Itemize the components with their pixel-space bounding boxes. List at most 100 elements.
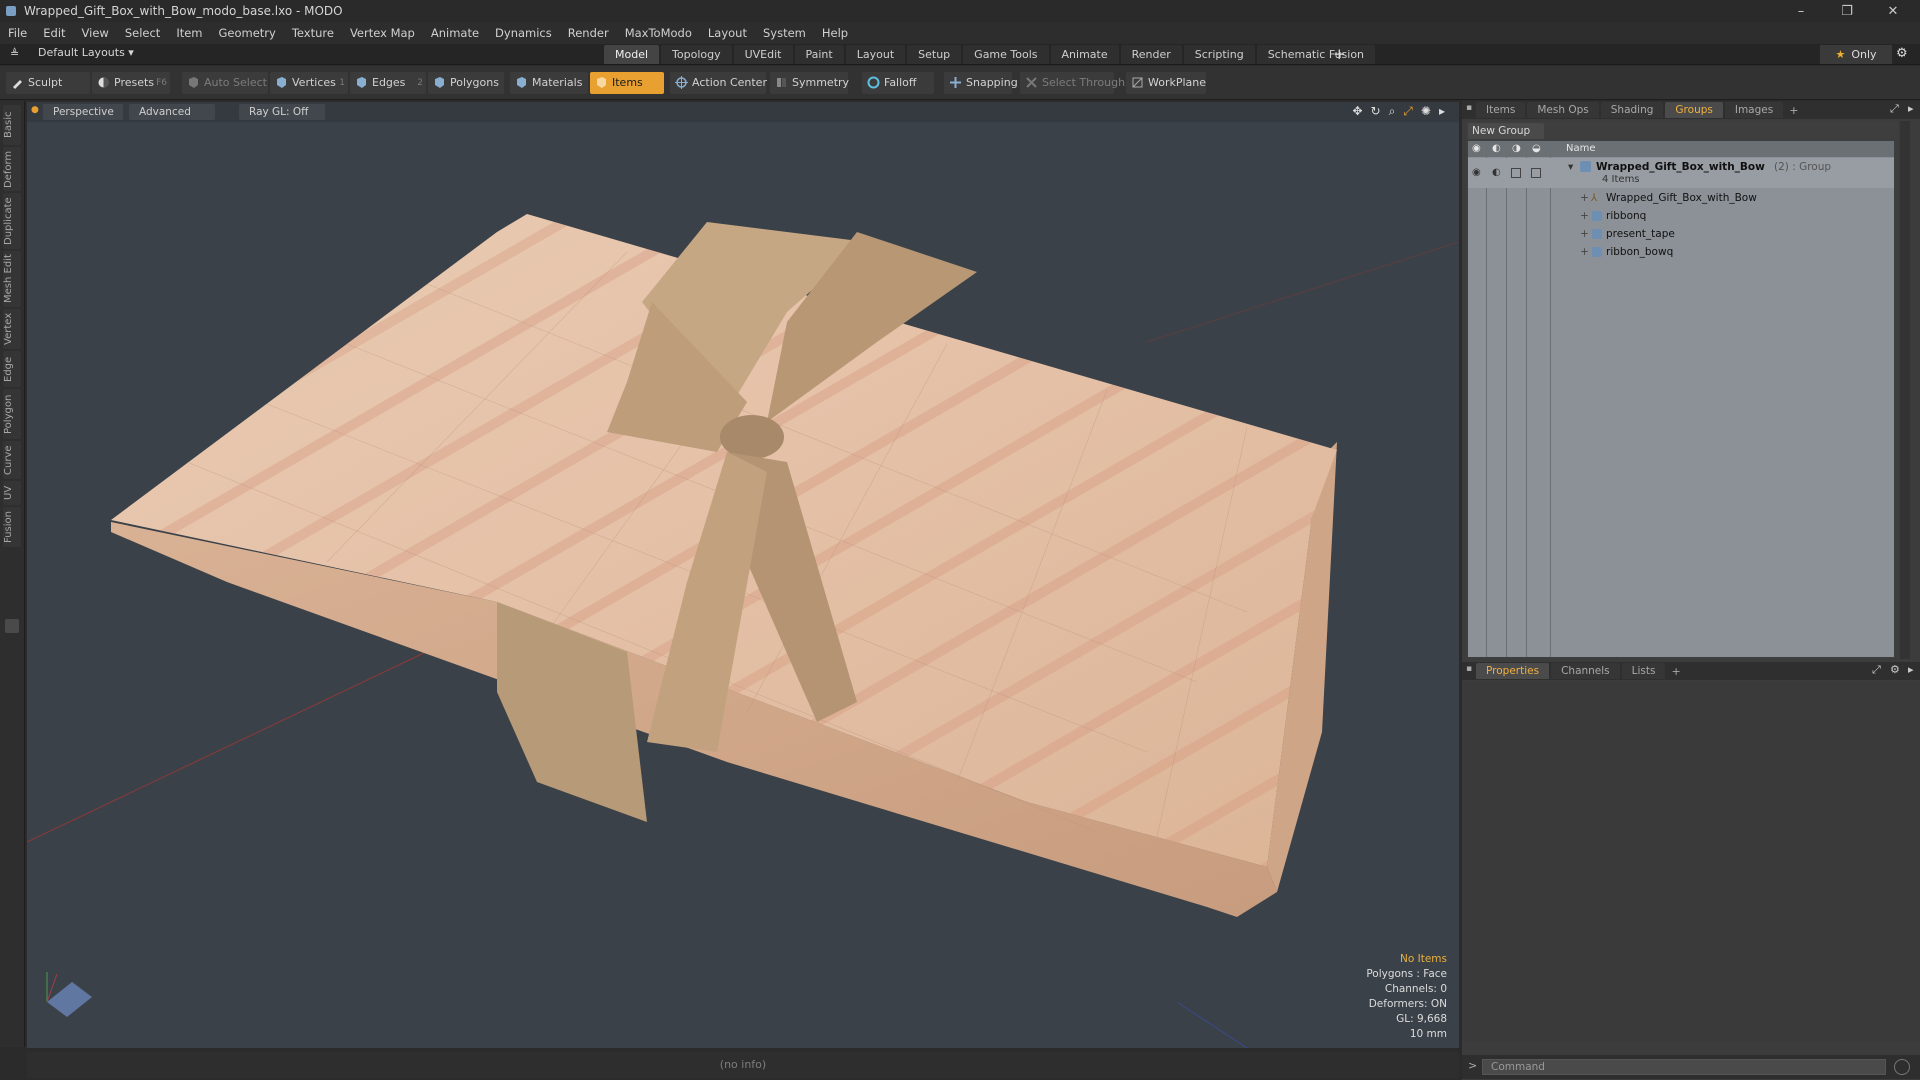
expand-plus-icon[interactable]: + bbox=[1580, 243, 1589, 261]
tab-groups[interactable]: Groups bbox=[1665, 102, 1723, 118]
only-toggle[interactable]: ★ Only bbox=[1820, 45, 1892, 64]
group-child-row[interactable]: + present_tape bbox=[1468, 225, 1894, 243]
tab-uvedit[interactable]: UVEdit bbox=[733, 45, 793, 64]
auto-select-button[interactable]: Auto Select bbox=[182, 72, 268, 94]
rotate-icon[interactable]: ↻ bbox=[1371, 104, 1381, 119]
menu-maxtomodo[interactable]: MaxToModo bbox=[617, 26, 700, 40]
menu-help[interactable]: Help bbox=[814, 26, 856, 40]
render-toggle-icon[interactable]: ◐ bbox=[1492, 164, 1501, 182]
menu-dynamics[interactable]: Dynamics bbox=[487, 26, 560, 40]
vtab-uv[interactable]: UV bbox=[3, 481, 21, 505]
sculpt-button[interactable]: Sculpt bbox=[6, 72, 90, 94]
groups-scrollbar[interactable] bbox=[1900, 121, 1910, 659]
group-child-row[interactable]: + ⅄ Wrapped_Gift_Box_with_Bow bbox=[1468, 189, 1894, 207]
restore-button[interactable]: ❐ bbox=[1824, 0, 1870, 22]
symmetry-button[interactable]: Symmetry bbox=[770, 72, 849, 94]
menu-view[interactable]: View bbox=[74, 26, 117, 40]
tab-mesh-ops[interactable]: Mesh Ops bbox=[1527, 102, 1599, 118]
add-props-tab-icon[interactable]: + bbox=[1667, 665, 1684, 678]
perspective-dropdown[interactable]: Perspective bbox=[43, 104, 123, 120]
menu-select[interactable]: Select bbox=[117, 26, 168, 40]
menu-texture[interactable]: Texture bbox=[284, 26, 342, 40]
tab-scripting[interactable]: Scripting bbox=[1183, 45, 1255, 64]
toggle-panel-icon[interactable] bbox=[5, 619, 19, 633]
menu-vertex-map[interactable]: Vertex Map bbox=[342, 26, 423, 40]
shading-dropdown[interactable]: Advanced bbox=[129, 104, 215, 120]
gear-icon[interactable]: ⚙ bbox=[1896, 46, 1908, 61]
group-row[interactable]: ◉ ◐ ▾ Wrapped_Gift_Box_with_Bow (2) : Gr… bbox=[1468, 158, 1894, 188]
lock-checkbox[interactable] bbox=[1511, 168, 1521, 178]
tab-shading[interactable]: Shading bbox=[1600, 102, 1664, 118]
tab-topology[interactable]: Topology bbox=[661, 45, 732, 64]
viewport-settings-icon[interactable]: ✺ bbox=[1421, 104, 1431, 119]
vtab-fusion[interactable]: Fusion bbox=[3, 507, 21, 547]
tab-properties[interactable]: Properties bbox=[1476, 663, 1550, 679]
menu-system[interactable]: System bbox=[755, 26, 814, 40]
polygons-button[interactable]: Polygons bbox=[428, 72, 504, 94]
command-input[interactable]: Command bbox=[1482, 1059, 1886, 1075]
add-tab-icon[interactable]: + bbox=[1333, 45, 1346, 63]
raygl-dropdown[interactable]: Ray GL: Off bbox=[239, 104, 325, 120]
panel-arrow-icon[interactable]: ▸ bbox=[1908, 102, 1914, 115]
minimize-button[interactable]: – bbox=[1778, 0, 1824, 22]
props-expand-icon[interactable]: ⤢ bbox=[1872, 663, 1881, 677]
expand-arrow-icon[interactable]: ▸ bbox=[1439, 104, 1445, 119]
tab-channels[interactable]: Channels bbox=[1551, 663, 1620, 679]
collapse-arrow-icon[interactable]: ▾ bbox=[1568, 158, 1573, 176]
menu-animate[interactable]: Animate bbox=[423, 26, 487, 40]
tab-items[interactable]: Items bbox=[1476, 102, 1526, 118]
falloff-button[interactable]: Falloff bbox=[862, 72, 934, 94]
menu-layout[interactable]: Layout bbox=[700, 26, 755, 40]
vtab-duplicate[interactable]: Duplicate bbox=[3, 193, 21, 249]
expand-plus-icon[interactable]: + bbox=[1580, 207, 1589, 225]
command-history-icon[interactable] bbox=[1894, 1059, 1910, 1075]
vtab-polygon[interactable]: Polygon bbox=[3, 389, 21, 439]
render-col-icon[interactable]: ◐ bbox=[1492, 141, 1501, 157]
layout-dropdown[interactable]: Default Layouts ▾ bbox=[38, 46, 134, 59]
edges-button[interactable]: Edges 2 bbox=[350, 72, 426, 94]
gift-box-render[interactable] bbox=[27, 122, 1459, 1048]
tab-render[interactable]: Render bbox=[1120, 45, 1182, 64]
zoom-icon[interactable]: ⌕ bbox=[1389, 104, 1396, 119]
new-group-button[interactable]: New Group bbox=[1468, 123, 1544, 139]
tab-layout[interactable]: Layout bbox=[845, 45, 906, 64]
vtab-edge[interactable]: Edge bbox=[3, 351, 21, 387]
close-button[interactable]: ✕ bbox=[1870, 0, 1916, 22]
menu-render[interactable]: Render bbox=[560, 26, 617, 40]
group-child-row[interactable]: + ribbon_bowq bbox=[1468, 243, 1894, 261]
tab-setup[interactable]: Setup bbox=[907, 45, 962, 64]
pan-icon[interactable]: ✥ bbox=[1352, 104, 1362, 119]
vertices-button[interactable]: Vertices 1 bbox=[270, 72, 348, 94]
add-panel-tab-icon[interactable]: + bbox=[1785, 104, 1802, 117]
group-child-row[interactable]: + ribbonq bbox=[1468, 207, 1894, 225]
vtab-deform[interactable]: Deform bbox=[3, 147, 21, 191]
select-checkbox[interactable] bbox=[1531, 168, 1541, 178]
lock-col-icon[interactable]: ◑ bbox=[1512, 141, 1521, 157]
eye-icon[interactable]: ◉ bbox=[1472, 164, 1481, 182]
props-gear-icon[interactable]: ⚙ bbox=[1890, 663, 1900, 676]
workplane-button[interactable]: WorkPlane bbox=[1126, 72, 1206, 94]
panel-menu-icon[interactable]: ▪ bbox=[1466, 103, 1472, 113]
tab-model[interactable]: Model bbox=[604, 45, 660, 64]
vtab-curve[interactable]: Curve bbox=[3, 441, 21, 479]
tab-paint[interactable]: Paint bbox=[794, 45, 844, 64]
props-arrow-icon[interactable]: ▸ bbox=[1908, 663, 1914, 676]
expand-plus-icon[interactable]: + bbox=[1580, 189, 1589, 207]
vtab-mesh-edit[interactable]: Mesh Edit bbox=[3, 251, 21, 307]
presets-button[interactable]: Presets F6 bbox=[92, 72, 170, 94]
materials-button[interactable]: Materials bbox=[510, 72, 588, 94]
panel-expand-icon[interactable]: ⤢ bbox=[1890, 102, 1899, 116]
select-through-button[interactable]: Select Through bbox=[1020, 72, 1125, 94]
tab-schematic-fusion[interactable]: Schematic Fusion bbox=[1256, 45, 1376, 64]
menu-geometry[interactable]: Geometry bbox=[211, 26, 284, 40]
action-center-button[interactable]: Action Center bbox=[670, 72, 767, 94]
collapse-icon[interactable]: ≜ bbox=[10, 47, 19, 60]
visibility-col-icon[interactable]: ◉ bbox=[1472, 141, 1481, 157]
snapping-button[interactable]: Snapping bbox=[944, 72, 1018, 94]
expand-plus-icon[interactable]: + bbox=[1580, 225, 1589, 243]
props-menu-icon[interactable]: ▪ bbox=[1466, 664, 1472, 674]
items-button[interactable]: Items bbox=[590, 72, 664, 94]
menu-file[interactable]: File bbox=[0, 26, 35, 40]
tab-game-tools[interactable]: Game Tools bbox=[963, 45, 1049, 64]
vtab-basic[interactable]: Basic bbox=[3, 105, 21, 145]
